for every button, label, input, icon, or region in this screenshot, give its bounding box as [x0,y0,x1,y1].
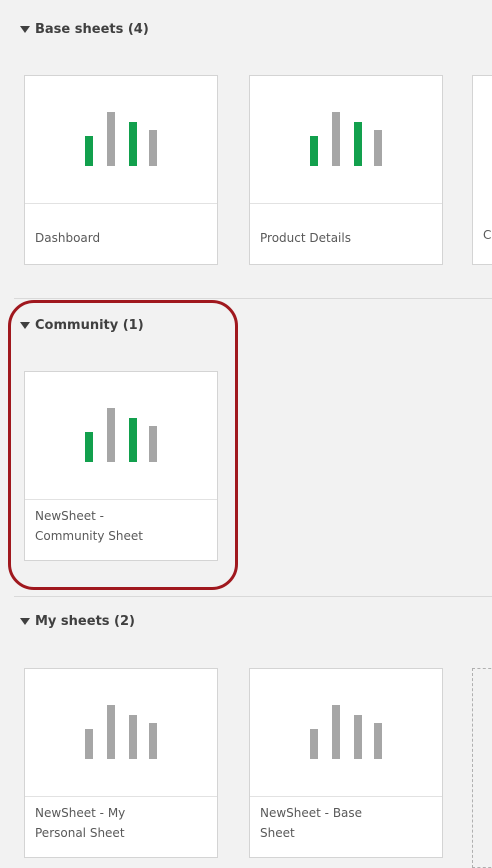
sheet-card-title-line: Community Sheet [35,529,143,543]
section-divider [14,298,492,299]
caret-down-icon [20,322,30,329]
sheet-card-title-line: NewSheet - My [35,806,126,820]
sheet-card-product-details[interactable]: Product Details [249,75,443,265]
sheet-thumbnail [25,669,217,797]
caret-down-icon [20,618,30,625]
base-sheets-header[interactable]: Base sheets (4) [20,22,149,37]
sheet-card-base-sheet[interactable]: NewSheet - Base Sheet [249,668,443,858]
my-sheets-header[interactable]: My sheets (2) [20,614,135,629]
sheet-thumbnail [25,76,217,204]
sheet-card-title: NewSheet - Community Sheet [35,506,209,546]
create-new-sheet-placeholder[interactable] [472,668,492,868]
sheet-thumbnail [250,669,442,797]
caret-down-icon [20,26,30,33]
base-sheets-header-label: Base sheets (4) [35,22,149,37]
sheet-card-title-line: Personal Sheet [35,826,125,840]
sheet-card-title: C [483,228,492,242]
bar-chart-icon [310,705,382,759]
sheet-card-title: NewSheet - My Personal Sheet [35,803,209,843]
bar-chart-icon [85,705,157,759]
sheet-card-title-line: NewSheet - Base [260,806,363,820]
sheet-thumbnail [25,372,217,500]
sheet-card-my-personal-sheet[interactable]: NewSheet - My Personal Sheet [24,668,218,858]
sheet-card-title-line: NewSheet - [35,509,105,523]
bar-chart-icon [85,408,157,462]
sheet-card-title: Dashboard [35,231,101,245]
bar-chart-icon [310,112,382,166]
community-header-label: Community (1) [35,318,144,333]
sheet-card-title: NewSheet - Base Sheet [260,803,434,843]
sheet-card-dashboard[interactable]: Dashboard [24,75,218,265]
section-divider [14,596,492,597]
sheet-card-community-sheet[interactable]: NewSheet - Community Sheet [24,371,218,561]
sheet-card-title-line: Sheet [260,826,295,840]
my-sheets-header-label: My sheets (2) [35,614,135,629]
sheet-card-partial[interactable]: C [472,75,492,265]
community-header[interactable]: Community (1) [20,318,144,333]
sheet-card-title: Product Details [260,231,351,245]
sheet-thumbnail [250,76,442,204]
bar-chart-icon [85,112,157,166]
